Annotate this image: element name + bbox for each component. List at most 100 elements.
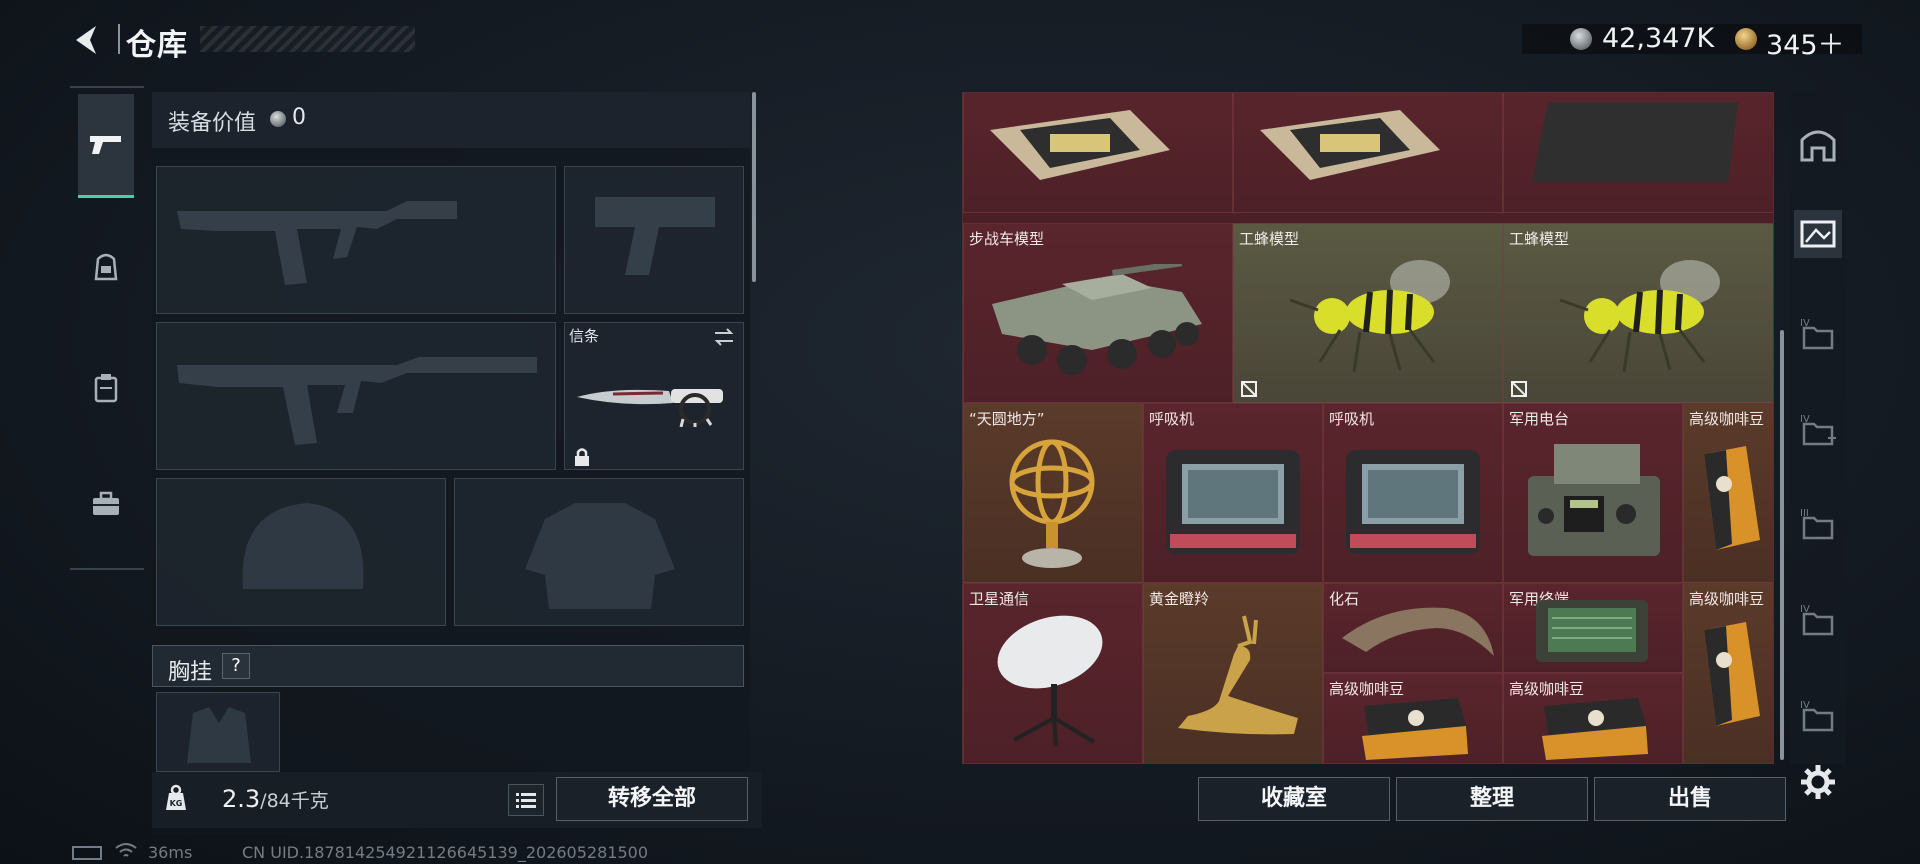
rifle-silhouette-icon bbox=[177, 357, 537, 445]
chest-rig-slot[interactable] bbox=[156, 692, 280, 772]
melee-label: 信条 bbox=[569, 327, 600, 345]
list-icon bbox=[516, 793, 536, 808]
ifv-model-icon bbox=[992, 264, 1202, 375]
stash-item[interactable]: 军用终端 bbox=[1503, 583, 1683, 673]
tab-case[interactable] bbox=[78, 452, 134, 556]
melee-slot[interactable]: 信条 bbox=[564, 322, 744, 470]
gallery-icon bbox=[1800, 220, 1836, 248]
weight-current: 2.3 bbox=[222, 785, 261, 813]
stash-scrollbar[interactable] bbox=[1780, 330, 1784, 760]
uid-text: CN UID.18781425492112664513​9_2026052815… bbox=[242, 843, 648, 862]
armillary-sphere-icon bbox=[1009, 439, 1095, 568]
stash-grid: 步战车模型 工蜂模型 工蜂模型 “天圆地方” 呼吸机 呼吸机 军用电台 高级咖啡… bbox=[962, 92, 1774, 764]
stash-item[interactable]: 高级咖啡豆 bbox=[1323, 673, 1503, 763]
title-decoration bbox=[200, 26, 415, 52]
stash-item[interactable]: 高级咖啡豆 bbox=[1503, 673, 1683, 763]
folder-iv-icon: IV bbox=[1800, 604, 1834, 636]
gold-coin-icon bbox=[1735, 28, 1757, 50]
stash-tab-iii[interactable]: III bbox=[1794, 500, 1842, 548]
wasp-model-icon bbox=[1559, 260, 1720, 373]
sidearm-slot[interactable] bbox=[564, 166, 744, 314]
gpu-icon bbox=[990, 110, 1170, 180]
currency-primary: 42,347K bbox=[1602, 23, 1715, 54]
wasp-model-icon bbox=[1289, 260, 1450, 373]
page-title: 仓库 bbox=[126, 28, 188, 63]
item-label: 呼吸机 bbox=[1149, 410, 1195, 428]
collection-room-button[interactable]: 收藏室 bbox=[1198, 777, 1390, 821]
sort-button[interactable]: 整理 bbox=[1396, 777, 1588, 821]
armor-silhouette-icon bbox=[525, 503, 675, 609]
stash-item[interactable]: 呼吸机 bbox=[1323, 403, 1503, 583]
coffee-bag-icon bbox=[1704, 622, 1760, 726]
stash-item[interactable] bbox=[1503, 93, 1773, 213]
tab-vest[interactable] bbox=[78, 336, 134, 440]
stash-item[interactable]: 工蜂模型 bbox=[1503, 223, 1773, 403]
stash-item[interactable] bbox=[963, 93, 1233, 213]
secondary-weapon-slot[interactable] bbox=[156, 322, 556, 470]
swap-icon[interactable] bbox=[711, 327, 737, 347]
stash-tab-gallery[interactable] bbox=[1794, 210, 1842, 258]
stash-tab-iv-4[interactable]: IV bbox=[1794, 692, 1842, 740]
sell-button[interactable]: 出售 bbox=[1594, 777, 1786, 821]
stash-item[interactable]: 高级咖啡豆 bbox=[1683, 403, 1773, 583]
stash-item[interactable] bbox=[1233, 93, 1503, 213]
equipment-value-label: 装备价值 bbox=[168, 111, 257, 136]
primary-weapon-slot[interactable] bbox=[156, 166, 556, 314]
tab-armor[interactable] bbox=[78, 216, 134, 320]
pistol-silhouette-icon bbox=[595, 197, 715, 275]
no-insure-icon bbox=[1511, 381, 1527, 397]
equipment-value: 0 bbox=[292, 105, 306, 130]
knife-icon bbox=[577, 389, 723, 427]
stash-item[interactable]: 军用电台 bbox=[1503, 403, 1683, 583]
item-label: 呼吸机 bbox=[1329, 410, 1375, 428]
stash-tab-iv-3[interactable]: IV bbox=[1794, 596, 1842, 644]
stash-item[interactable]: 工蜂模型 bbox=[1233, 223, 1503, 403]
helmet-bag-icon bbox=[94, 253, 118, 281]
stash-item[interactable]: “天圆地方” bbox=[963, 403, 1143, 583]
stash-tab-iv-2[interactable]: IV bbox=[1794, 406, 1842, 454]
transfer-all-button[interactable]: 转移全部 bbox=[556, 777, 748, 821]
title-separator bbox=[118, 24, 120, 54]
left-tab-bar bbox=[70, 86, 144, 570]
folder-iii-icon: III bbox=[1800, 508, 1834, 540]
coffee-pack-icon bbox=[1542, 698, 1648, 760]
equipment-scrollbar[interactable] bbox=[752, 92, 756, 282]
tab-weapons[interactable] bbox=[78, 94, 134, 198]
wifi-icon bbox=[115, 843, 137, 857]
pistol-icon bbox=[90, 135, 121, 154]
stash-tab-iv-1[interactable]: IV bbox=[1794, 310, 1842, 358]
stash-item[interactable]: 卫星通信 bbox=[963, 583, 1143, 763]
coffee-bag-icon bbox=[1704, 446, 1760, 550]
no-insure-icon bbox=[1241, 381, 1257, 397]
list-view-button[interactable] bbox=[508, 784, 544, 816]
item-label: 军用电台 bbox=[1509, 410, 1570, 428]
weight-readout: 2.3/84千克 bbox=[222, 785, 329, 813]
silver-coin-icon bbox=[270, 111, 286, 127]
military-radio-icon bbox=[1528, 444, 1660, 556]
help-button[interactable]: ? bbox=[222, 653, 250, 679]
stash-item[interactable]: 化石 bbox=[1323, 583, 1503, 673]
back-button[interactable] bbox=[70, 22, 106, 58]
stash-item[interactable]: 高级咖啡豆 bbox=[1683, 583, 1773, 763]
cloth-icon bbox=[1532, 102, 1738, 182]
stash-tab-home[interactable] bbox=[1794, 120, 1842, 168]
stash-item[interactable]: 呼吸机 bbox=[1143, 403, 1323, 583]
item-label: 步战车模型 bbox=[969, 230, 1045, 248]
body-armor-slot[interactable] bbox=[454, 478, 744, 626]
helmet-silhouette-icon bbox=[242, 503, 364, 589]
helmet-slot[interactable] bbox=[156, 478, 446, 626]
lock-icon bbox=[575, 448, 589, 466]
stash-item[interactable]: 步战车模型 bbox=[963, 223, 1233, 403]
fossil-claw-icon bbox=[1342, 607, 1494, 656]
svg-text:KG: KG bbox=[170, 799, 183, 808]
folder-iv-plus-icon: IV bbox=[1800, 414, 1836, 446]
coffee-pack-icon bbox=[1362, 698, 1468, 760]
weight-max: /84千克 bbox=[260, 790, 329, 812]
briefcase-icon bbox=[93, 491, 119, 515]
vault-icon bbox=[1800, 130, 1836, 162]
settings-gear-icon[interactable] bbox=[1798, 762, 1838, 802]
stash-item[interactable]: 黄金瞪羚 bbox=[1143, 583, 1323, 763]
weight-icon: KG bbox=[166, 784, 186, 810]
vest-icon bbox=[94, 374, 118, 403]
gold-gazelle-icon bbox=[1178, 615, 1298, 735]
